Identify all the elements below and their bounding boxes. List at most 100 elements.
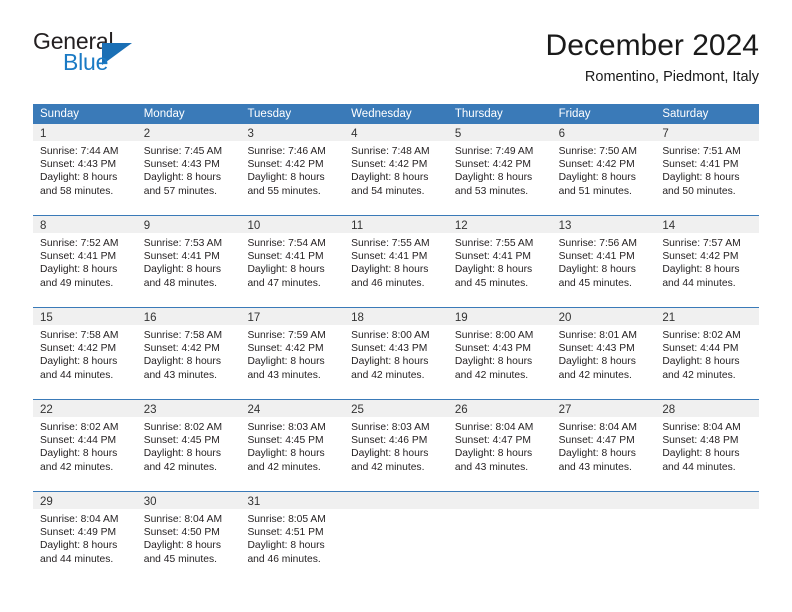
daylight-text-line2: and 42 minutes. (558, 369, 632, 381)
daylight-text-line1: Daylight: 8 hours (351, 172, 429, 184)
calendar-day-cell[interactable]: 20 Sunrise: 8:01 AM Sunset: 4:43 PM Dayligh… (551, 308, 656, 388)
calendar-day-cell[interactable]: 8 Sunrise: 7:52 AM Sunset: 4:41 PM Daylight… (33, 216, 137, 296)
sunset-text: Sunset: 4:43 PM (454, 343, 532, 355)
calendar-day-cell[interactable]: 11 Sunrise: 7:55 AM Sunset: 4:41 PM Dayligh… (344, 216, 448, 296)
day-number-band: 23 (136, 400, 241, 417)
sunrise-text: Sunrise: 7:56 AM (558, 238, 638, 249)
calendar-day-cell[interactable]: 17 Sunrise: 7:59 AM Sunset: 4:42 PM Dayligh… (240, 308, 345, 388)
weekday-header-friday: Friday (558, 108, 591, 120)
sunrise-text: Sunrise: 8:02 AM (662, 330, 741, 341)
calendar-day-cell[interactable]: 15 Sunrise: 7:58 AM Sunset: 4:42 PM Dayligh… (33, 308, 137, 388)
calendar-day-cell[interactable]: 7 Sunrise: 7:51 AM Sunset: 4:41 PM Daylight… (655, 124, 760, 204)
day-number-band: 14 (655, 216, 760, 233)
sunrise-text: Sunrise: 8:04 AM (558, 422, 638, 433)
day-number: 4 (351, 128, 358, 140)
day-number-band: 13 (551, 216, 656, 233)
day-number-band: 19 (447, 308, 552, 325)
calendar-day-cell[interactable]: 29 Sunrise: 8:04 AM Sunset: 4:49 PM Dayligh… (33, 492, 137, 572)
sunset-text: Sunset: 4:42 PM (247, 343, 324, 355)
sunrise-text: Sunrise: 7:57 AM (662, 238, 741, 249)
calendar-day-cell[interactable]: 9 Sunrise: 7:53 AM Sunset: 4:41 PM Daylight… (136, 216, 241, 296)
calendar-day-cell[interactable]: 18 Sunrise: 8:00 AM Sunset: 4:43 PM Dayligh… (344, 308, 448, 388)
day-number: 14 (662, 220, 676, 232)
calendar-day-cell[interactable]: 5 Sunrise: 7:49 AM Sunset: 4:42 PM Daylight… (447, 124, 552, 204)
day-number: 24 (247, 404, 261, 416)
daylight-text-line2: and 53 minutes. (454, 185, 529, 197)
daylight-text-line2: and 43 minutes. (558, 461, 632, 473)
calendar-day-cell[interactable]: 23 Sunrise: 8:02 AM Sunset: 4:45 PM Dayligh… (136, 400, 241, 480)
weekday-header-thursday: Thursday (454, 108, 503, 120)
day-number: 27 (558, 404, 572, 416)
sunrise-text: Sunrise: 8:04 AM (40, 514, 119, 525)
calendar-day-cell[interactable]: 3 Sunrise: 7:46 AM Sunset: 4:42 PM Daylight… (240, 124, 345, 204)
calendar-day-cell[interactable]: 14 Sunrise: 7:57 AM Sunset: 4:42 PM Dayligh… (655, 216, 760, 296)
day-number: 30 (143, 496, 157, 508)
sunrise-text: Sunrise: 7:51 AM (662, 146, 741, 157)
day-number: 5 (454, 128, 462, 140)
daylight-text-line1: Daylight: 8 hours (40, 448, 118, 460)
sunrise-text: Sunrise: 7:50 AM (558, 146, 638, 157)
daylight-text-line2: and 44 minutes. (40, 553, 114, 565)
weekday-header-wednesday: Wednesday (351, 108, 412, 120)
daylight-text-line2: and 42 minutes. (351, 461, 425, 473)
day-number-band: 26 (447, 400, 552, 417)
day-details: Sunrise: 8:04 AM Sunset: 4:50 PM Daylight:… (137, 509, 241, 566)
calendar-day-cell[interactable]: 22 Sunrise: 8:02 AM Sunset: 4:44 PM Dayligh… (33, 400, 137, 480)
day-details (552, 509, 656, 513)
day-number-band: 3 (240, 124, 345, 141)
calendar-day-cell[interactable]: 25 Sunrise: 8:03 AM Sunset: 4:46 PM Dayligh… (344, 400, 448, 480)
calendar-day-cell[interactable]: 13 Sunrise: 7:56 AM Sunset: 4:41 PM Dayligh… (551, 216, 656, 296)
page-header: General Blue December 2024 Romentino, Pi… (33, 28, 759, 98)
calendar-day-cell[interactable]: 26 Sunrise: 8:04 AM Sunset: 4:47 PM Dayligh… (447, 400, 552, 480)
calendar-day-cell[interactable]: 19 Sunrise: 8:00 AM Sunset: 4:43 PM Dayligh… (447, 308, 552, 388)
calendar-day-cell[interactable]: 24 Sunrise: 8:03 AM Sunset: 4:45 PM Dayligh… (240, 400, 345, 480)
daylight-text-line2: and 58 minutes. (40, 185, 114, 197)
calendar-day-cell[interactable]: 21 Sunrise: 8:02 AM Sunset: 4:44 PM Dayligh… (655, 308, 760, 388)
calendar-day-cell[interactable]: 16 Sunrise: 7:58 AM Sunset: 4:42 PM Dayligh… (136, 308, 241, 388)
calendar-day-cell[interactable]: 2 Sunrise: 7:45 AM Sunset: 4:43 PM Daylight… (136, 124, 241, 204)
day-number: 31 (247, 496, 261, 508)
daylight-text-line1: Daylight: 8 hours (40, 356, 118, 368)
day-number: 18 (351, 312, 364, 324)
calendar-day-cell[interactable]: 31 Sunrise: 8:05 AM Sunset: 4:51 PM Dayligh… (240, 492, 345, 572)
day-number: 2 (143, 128, 151, 140)
day-number: 22 (40, 404, 53, 416)
calendar-day-cell[interactable]: 10 Sunrise: 7:54 AM Sunset: 4:41 PM Dayligh… (240, 216, 345, 296)
daylight-text-line1: Daylight: 8 hours (247, 264, 325, 276)
day-number: 23 (143, 404, 157, 416)
daylight-text-line1: Daylight: 8 hours (40, 264, 118, 276)
calendar-day-cell[interactable]: 6 Sunrise: 7:50 AM Sunset: 4:42 PM Daylight… (551, 124, 656, 204)
sunrise-text: Sunrise: 7:53 AM (143, 238, 223, 249)
daylight-text-line2: and 44 minutes. (40, 369, 114, 381)
sunrise-text: Sunrise: 7:45 AM (143, 146, 223, 157)
day-details: Sunrise: 7:48 AM Sunset: 4:42 PM Daylight:… (344, 141, 448, 198)
calendar-day-cell[interactable]: 27 Sunrise: 8:04 AM Sunset: 4:47 PM Dayligh… (551, 400, 656, 480)
day-details (448, 509, 552, 513)
sunset-text: Sunset: 4:41 PM (40, 251, 117, 263)
daylight-text-line1: Daylight: 8 hours (351, 264, 429, 276)
day-number: 19 (454, 312, 468, 324)
daylight-text-line2: and 42 minutes. (351, 369, 425, 381)
day-number: 29 (40, 496, 53, 508)
weekday-header-sunday: Sunday (40, 108, 80, 120)
calendar-day-cell-empty (655, 492, 760, 572)
calendar-day-cell[interactable]: 4 Sunrise: 7:48 AM Sunset: 4:42 PM Daylight… (344, 124, 448, 204)
day-details: Sunrise: 8:05 AM Sunset: 4:51 PM Daylight:… (240, 509, 344, 566)
daylight-text-line2: and 42 minutes. (143, 461, 217, 473)
day-details: Sunrise: 7:52 AM Sunset: 4:41 PM Daylight:… (33, 233, 137, 290)
calendar-day-cell[interactable]: 1 Sunrise: 7:44 AM Sunset: 4:43 PM Daylight… (33, 124, 137, 204)
daylight-text-line1: Daylight: 8 hours (143, 356, 221, 368)
sunrise-text: Sunrise: 8:03 AM (351, 422, 430, 433)
sunrise-text: Sunrise: 7:49 AM (454, 146, 534, 157)
sunset-text: Sunset: 4:42 PM (40, 343, 117, 355)
day-number: 10 (247, 220, 261, 232)
sunrise-text: Sunrise: 8:02 AM (143, 422, 223, 433)
sunrise-text: Sunrise: 8:04 AM (143, 514, 223, 525)
calendar-day-cell[interactable]: 28 Sunrise: 8:04 AM Sunset: 4:48 PM Dayligh… (655, 400, 760, 480)
calendar-day-cell-empty (344, 492, 448, 572)
day-number-band: 22 (33, 400, 137, 417)
day-details: Sunrise: 8:02 AM Sunset: 4:44 PM Daylight:… (655, 325, 759, 382)
day-number-band: 25 (344, 400, 448, 417)
calendar-day-cell[interactable]: 12 Sunrise: 7:55 AM Sunset: 4:41 PM Dayligh… (447, 216, 552, 296)
calendar-day-cell[interactable]: 30 Sunrise: 8:04 AM Sunset: 4:50 PM Dayligh… (136, 492, 241, 572)
